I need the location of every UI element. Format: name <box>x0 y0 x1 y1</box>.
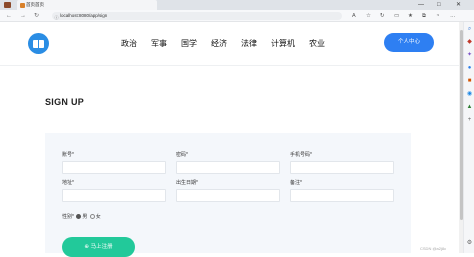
read-aloud-icon[interactable]: A <box>352 10 356 22</box>
person-icon[interactable]: ● <box>466 65 473 72</box>
close-window-button[interactable]: ✕ <box>456 0 461 10</box>
page-title: SIGN UP <box>45 97 85 107</box>
outlook-icon[interactable]: ◉ <box>466 91 473 98</box>
settings-icon[interactable]: ⚙ <box>466 240 473 247</box>
tree-icon[interactable]: ▲ <box>466 104 473 111</box>
tab-title: 首页首页 <box>26 2 44 7</box>
favicon-icon <box>20 2 25 8</box>
address-label: 地址* <box>62 180 74 186</box>
tag-icon[interactable]: ◆ <box>466 39 473 46</box>
register-button-label: 马上注册 <box>90 244 113 250</box>
watermark: CSDN @a2j8c <box>420 246 447 251</box>
password-label: 密码* <box>176 152 188 158</box>
gender-label: 性别* <box>62 214 74 220</box>
refresh-page-icon[interactable]: ↻ <box>380 10 385 22</box>
forward-icon[interactable]: → <box>20 10 26 22</box>
address-input[interactable] <box>62 189 166 202</box>
address-bar[interactable]: ⓘ localhost:8080/app/sign <box>52 12 342 20</box>
nav-item-law[interactable]: 法律 <box>241 38 257 49</box>
register-button[interactable]: ⊕ 马上注册 <box>62 237 135 257</box>
split-screen-icon[interactable]: ▭ <box>394 10 399 22</box>
more-menu-icon[interactable]: … <box>450 10 456 22</box>
browser-tab-bar: 首页首页 — □ ✕ <box>0 0 474 10</box>
nav-item-sinology[interactable]: 国学 <box>181 38 197 49</box>
account-input[interactable] <box>62 161 166 174</box>
gender-female-radio[interactable] <box>89 214 95 219</box>
back-icon[interactable]: ← <box>6 10 12 22</box>
nav-item-agriculture[interactable]: 农业 <box>309 38 325 49</box>
phone-input[interactable] <box>290 161 394 174</box>
account-label: 账号* <box>62 152 74 158</box>
header-divider <box>0 65 459 66</box>
tools-icon[interactable]: ✦ <box>466 52 473 59</box>
password-input[interactable] <box>176 161 280 174</box>
browser-sidebar: ⌕ ◆ ✦ ● ■ ◉ ▲ + ⚙ <box>463 22 474 253</box>
browser-tab[interactable]: 首页首页 <box>17 0 157 10</box>
book-icon <box>33 39 44 48</box>
url-text: localhost:8080/app/sign <box>60 13 108 18</box>
gender-female-label: 女 <box>95 214 101 220</box>
gender-group: 性别* 男 女 <box>62 213 101 220</box>
collections-icon[interactable]: ⧉ <box>422 10 426 22</box>
maximize-button[interactable]: □ <box>437 0 441 10</box>
gender-male-radio[interactable] <box>76 214 82 219</box>
refresh-icon[interactable]: ↻ <box>34 10 39 22</box>
site-logo[interactable] <box>28 33 49 54</box>
nav-item-computer[interactable]: 计算机 <box>271 38 295 49</box>
office-icon[interactable]: ■ <box>466 78 473 85</box>
minimize-button[interactable]: — <box>418 0 424 10</box>
remark-label: 备注* <box>290 180 302 186</box>
browser-toolbar: ← → ↻ ⓘ localhost:8080/app/sign A ☆ ↻ ▭ … <box>0 10 474 22</box>
search-icon[interactable]: ⌕ <box>466 26 473 33</box>
info-icon: ⓘ <box>54 15 59 20</box>
favorites-icon[interactable]: ★ <box>408 10 413 22</box>
nav-item-military[interactable]: 军事 <box>151 38 167 49</box>
birthdate-label: 出生日期* <box>176 180 198 186</box>
main-nav: 政治 军事 国学 经济 法律 计算机 农业 <box>121 38 339 49</box>
user-center-button[interactable]: 个人中心 <box>384 33 434 52</box>
gender-male-label: 男 <box>82 214 88 220</box>
profile-icon[interactable]: ◔ <box>436 10 439 22</box>
nav-item-economy[interactable]: 经济 <box>211 38 227 49</box>
nav-item-politics[interactable]: 政治 <box>121 38 137 49</box>
favorite-star-icon[interactable]: ☆ <box>366 10 371 22</box>
phone-label: 手机号码* <box>290 152 312 158</box>
browser-profile-icon[interactable] <box>4 2 11 8</box>
add-icon[interactable]: + <box>466 117 473 124</box>
birthdate-input[interactable] <box>176 189 280 202</box>
remark-input[interactable] <box>290 189 394 202</box>
